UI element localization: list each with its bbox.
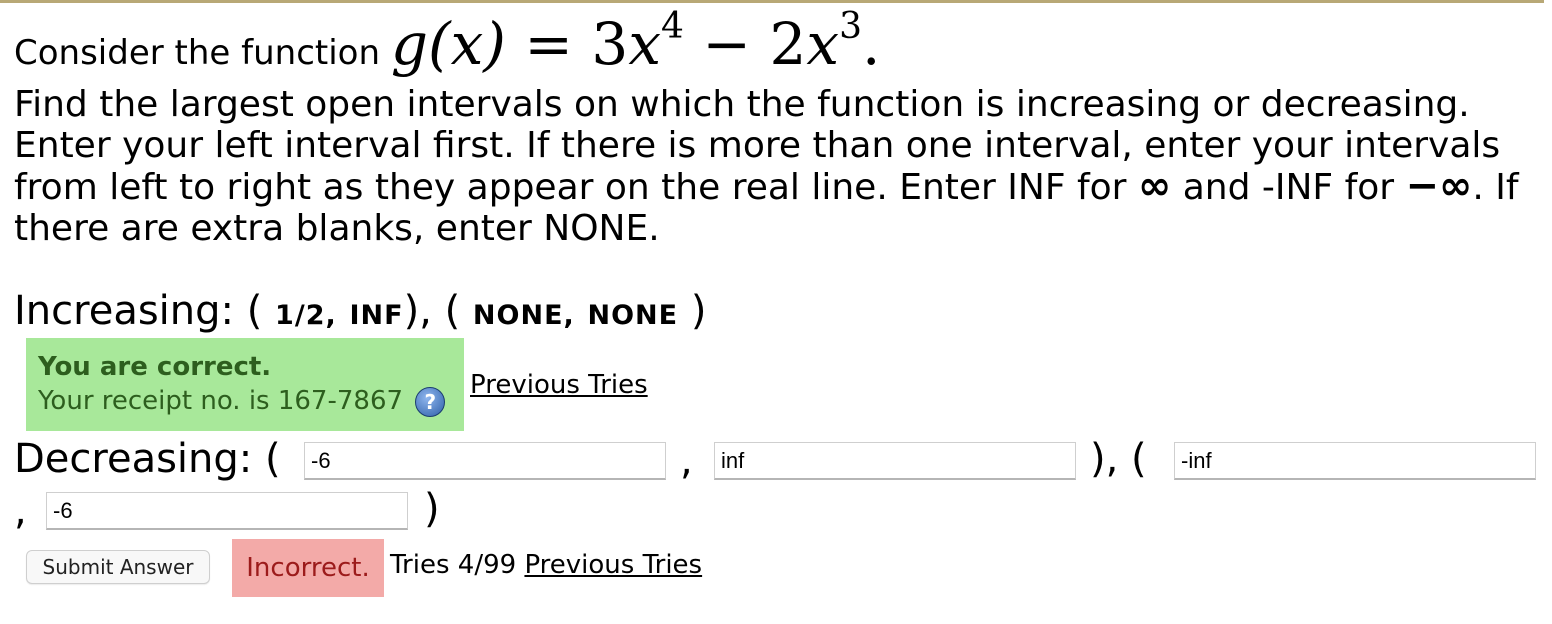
function-lhs: g(x) — [390, 10, 506, 78]
correct-feedback-box: You are correct. Your receipt no. is 167… — [26, 338, 464, 431]
decreasing-label: Decreasing: — [14, 436, 253, 482]
paren: ) — [424, 486, 440, 532]
help-icon[interactable]: ? — [415, 386, 446, 417]
tries-count: Tries 4/99 — [390, 550, 517, 580]
paren: ( — [246, 288, 263, 334]
top-rule — [0, 0, 1544, 3]
increasing-answer-3: NONE — [472, 300, 564, 331]
decreasing-field-4[interactable] — [46, 492, 408, 530]
comma: , — [325, 300, 337, 331]
formula-period: . — [861, 10, 881, 78]
term2-exponent: 3 — [839, 6, 862, 47]
term1-exponent: 4 — [661, 6, 684, 47]
paren: ( — [264, 436, 281, 482]
submit-answer-button[interactable]: Submit Answer — [26, 550, 210, 584]
correct-title: You are correct. — [38, 352, 272, 382]
comma: , — [563, 300, 575, 331]
comma: , — [14, 488, 27, 534]
increasing-label: Increasing: — [14, 288, 234, 334]
receipt-text: Your receipt no. is 167-7867 — [38, 386, 404, 416]
minus-sign: − — [702, 10, 751, 78]
infinity-symbol: ∞ — [1137, 163, 1172, 209]
equals-sign: = — [524, 10, 573, 78]
instructions-part2: and -INF for — [1182, 167, 1395, 208]
increasing-answer-2: INF — [349, 300, 404, 331]
neg-infinity-symbol: −∞ — [1405, 163, 1473, 209]
increasing-row: Increasing: ( 1/2, INF), ( NONE, NONE ) — [14, 288, 706, 334]
function-formula: g(x) = 3x4 − 2x3. — [390, 6, 881, 78]
previous-tries-link-decreasing[interactable]: Previous Tries — [524, 550, 702, 580]
previous-tries-link-increasing[interactable]: Previous Tries — [470, 370, 648, 400]
receipt-line: Your receipt no. is 167-7867 ? — [38, 386, 446, 417]
increasing-answer-1: 1/2 — [275, 300, 326, 331]
incorrect-status: Incorrect. — [232, 539, 384, 597]
decreasing-field-3[interactable] — [1174, 442, 1536, 480]
comma: , — [680, 438, 693, 484]
tries-line: Tries 4/99 Previous Tries — [390, 550, 702, 580]
term1-var: x — [628, 10, 662, 78]
increasing-answer-4: NONE — [587, 300, 679, 331]
paren-sep: ), ( — [1090, 436, 1147, 482]
paren: ) — [690, 288, 707, 334]
decreasing-field-2[interactable] — [714, 442, 1076, 480]
instructions: Find the largest open intervals on which… — [14, 84, 1544, 249]
question-intro: Consider the function — [14, 33, 381, 73]
decreasing-label-row: Decreasing: ( — [14, 436, 281, 482]
question-intro-line: Consider the function g(x) = 3x4 − 2x3. — [14, 6, 881, 78]
term2-var: x — [806, 10, 840, 78]
decreasing-field-1[interactable] — [304, 442, 666, 480]
paren-sep: ), ( — [403, 288, 461, 334]
